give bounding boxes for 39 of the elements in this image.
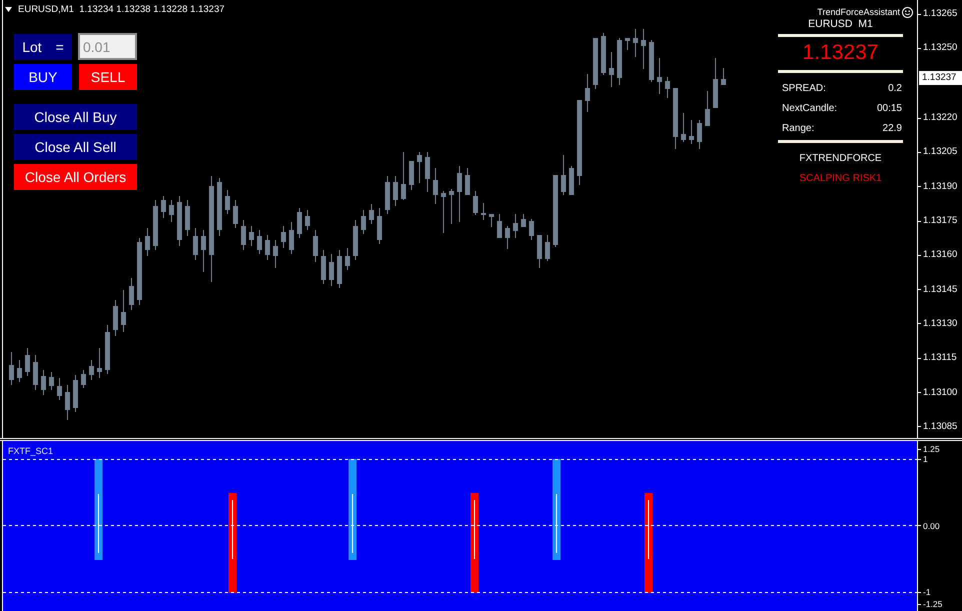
price-axis-label: 1.13160 <box>923 248 958 262</box>
price-axis-label: 1.13205 <box>923 145 958 160</box>
mode-label: SCALPING RISK1 <box>798 172 883 186</box>
stat-label: Range: <box>782 122 814 136</box>
current-price-label: 1.13237 <box>919 70 962 85</box>
chart-header-text: EURUSD,M1 1.13234 1.13238 1.13228 1.13237 <box>18 3 225 16</box>
stat-value: 0.2 <box>888 82 902 96</box>
stat-label: NextCandle: <box>782 102 838 116</box>
symbol-label: EURUSD M1 <box>807 18 874 30</box>
indicator-axis-label: 1.25 <box>923 444 940 454</box>
close-all-button[interactable]: Close All Buy <box>14 104 137 130</box>
stat-value: 22.9 <box>882 122 902 136</box>
price-axis-label: 1.13115 <box>923 351 957 366</box>
indicator-axis-label: -1.25 <box>923 599 942 609</box>
price-axis-label: 1.13085 <box>923 420 958 434</box>
close-all-button[interactable]: Close All Orders <box>14 164 137 190</box>
lot-label: Lot = <box>14 34 72 60</box>
indicator-axis-label: 0.00 <box>923 520 940 530</box>
price-axis-label: 1.13145 <box>923 282 958 297</box>
indicator-axis-label: 1 <box>923 454 928 464</box>
trade-button[interactable]: BUY <box>14 64 72 90</box>
smiley-icon <box>902 6 913 18</box>
price-axis-label: 1.13130 <box>923 316 958 331</box>
price-axis-label: 1.13190 <box>923 180 958 194</box>
indicator-title: FXTF_SC1 <box>8 446 54 457</box>
stat-label: SPREAD: <box>782 82 826 96</box>
triangle-down-icon[interactable] <box>5 7 12 12</box>
price-display: 1.13237 <box>802 40 880 66</box>
price-axis-label: 1.13175 <box>923 214 958 228</box>
close-all-button[interactable]: Close All Sell <box>14 134 137 160</box>
brand-label: FXTRENDFORCE <box>798 152 883 166</box>
indicator-axis-label: -1 <box>923 587 931 597</box>
price-axis-label: 1.13250 <box>923 41 958 56</box>
price-axis-label: 1.13100 <box>923 386 958 400</box>
stat-value: 00:15 <box>876 102 902 116</box>
trade-button[interactable]: SELL <box>79 64 137 90</box>
price-axis-label: 1.13265 <box>923 7 958 21</box>
assistant-title: TrendForceAssistant <box>817 6 900 18</box>
price-axis-label: 1.13220 <box>923 111 958 126</box>
